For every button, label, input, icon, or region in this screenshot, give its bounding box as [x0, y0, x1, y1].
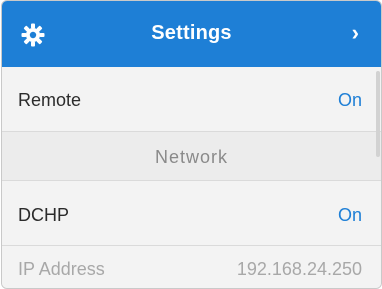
setting-value-remote[interactable]: On: [338, 90, 362, 111]
setting-label-remote: Remote: [18, 90, 82, 110]
setting-label-ip-address: IP Address: [18, 259, 105, 279]
settings-panel: Settings › Remote On Network DCHP On IP …: [1, 0, 382, 289]
setting-row-remote[interactable]: Remote On: [2, 67, 381, 131]
settings-header: Settings ›: [2, 1, 381, 67]
setting-label-dhcp: DCHP: [18, 205, 70, 225]
scrollbar[interactable]: [376, 71, 380, 157]
section-header-network: Network: [2, 131, 381, 181]
section-label-network: Network: [154, 147, 228, 167]
setting-row-ip-address[interactable]: IP Address 192.168.24.250: [2, 245, 381, 288]
setting-value-dhcp[interactable]: On: [338, 205, 362, 226]
settings-list: Remote On Network DCHP On IP Address 192…: [2, 67, 381, 288]
setting-row-dhcp[interactable]: DCHP On: [2, 181, 381, 245]
page-title: Settings: [151, 22, 232, 44]
chevron-right-icon[interactable]: ›: [352, 20, 359, 46]
setting-value-ip-address: 192.168.24.250: [236, 259, 362, 279]
